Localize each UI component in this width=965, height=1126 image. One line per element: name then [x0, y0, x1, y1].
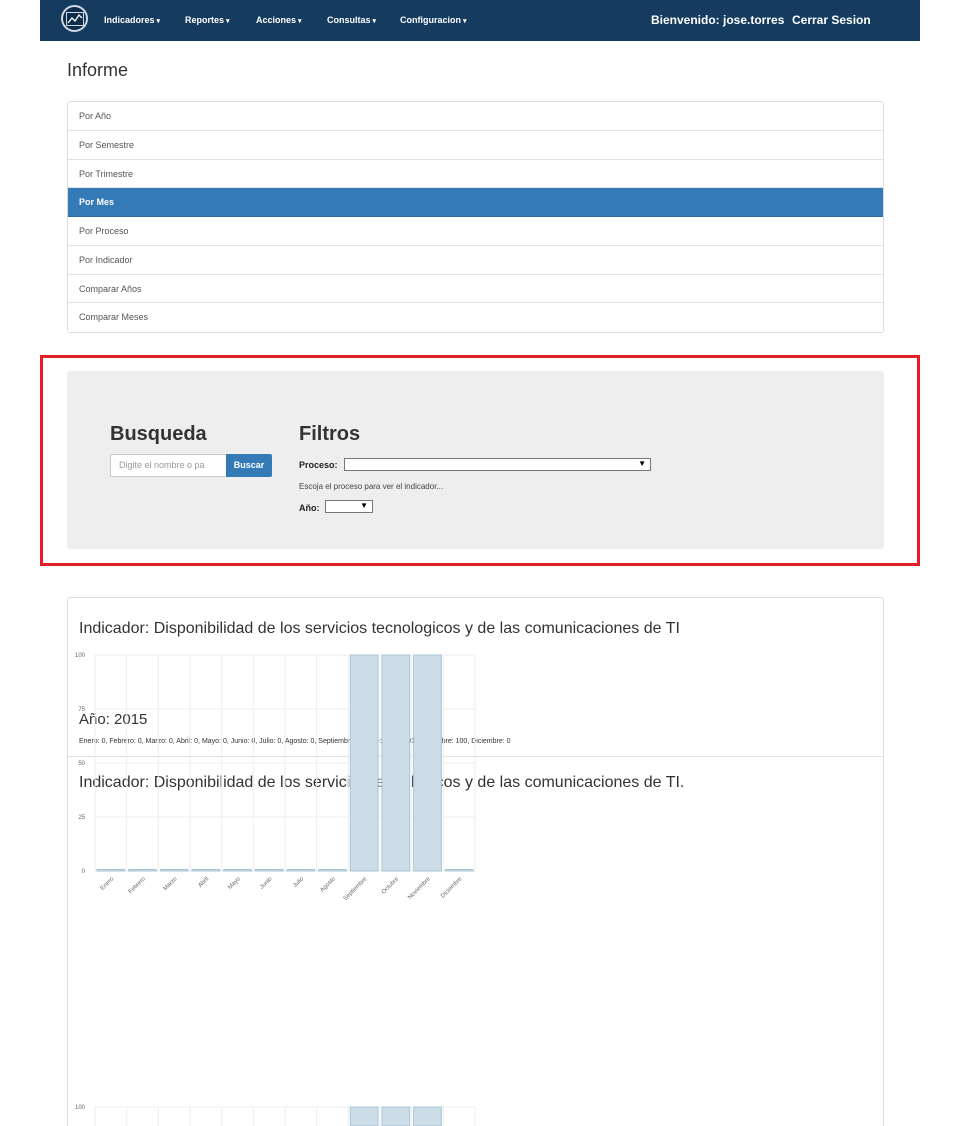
process-label: Proceso:: [299, 460, 338, 470]
search-input[interactable]: Digite el nombre o pa: [110, 454, 226, 477]
x-tick-label: Marzo: [163, 876, 179, 892]
y-tick-label: 100: [75, 653, 86, 659]
bar-abril: [191, 869, 221, 872]
bar-noviembre: [413, 654, 442, 872]
bar-marzo: [159, 869, 189, 872]
menu-consultas[interactable]: Consultas ▾: [327, 15, 376, 25]
year-select[interactable]: ▼: [325, 500, 373, 513]
search-filter-panel: Busqueda Digite el nombre o pa Buscar Fi…: [67, 371, 884, 549]
y-tick-label: 75: [78, 707, 85, 713]
caret-down-icon: ▾: [156, 18, 161, 25]
search-heading: Busqueda: [110, 423, 207, 445]
x-tick-label: Mayo: [227, 876, 242, 891]
process-hint-text: Escoja el proceso para ver el indicador.…: [299, 482, 444, 491]
welcome-user-text: Bienvenido: jose.torres: [651, 13, 785, 27]
bar-mayo: [223, 869, 252, 872]
year-label: Año:: [299, 503, 320, 513]
bar-diciembre: [444, 869, 474, 872]
top-navbar: Indicadores ▾ Reportes ▾ Acciones ▾ Consult…: [40, 0, 920, 41]
bar-febrero: [128, 869, 157, 872]
page-title: Informe: [67, 60, 129, 80]
bar-octubre: [381, 654, 411, 872]
filters-heading: Filtros: [299, 423, 361, 445]
caret-down-icon: ▾: [226, 18, 230, 25]
report-type-item[interactable]: Por Trimestre: [68, 159, 883, 189]
bar-enero: [96, 869, 126, 872]
menu-acciones[interactable]: Acciones ▾: [256, 15, 302, 25]
x-tick-label: Octubre: [381, 876, 401, 896]
x-tick-label: Junio: [259, 876, 274, 891]
bar-noviembre: [413, 1106, 442, 1126]
indicator-title: Indicador: Disponibilidad de los servici…: [79, 620, 680, 637]
x-tick-label: Febrero: [128, 876, 148, 896]
y-tick-label: 25: [78, 815, 85, 821]
menu-indicadores[interactable]: Indicadores ▾: [104, 15, 160, 25]
logout-link[interactable]: Cerrar Sesion: [792, 13, 871, 27]
bar-julio: [286, 869, 316, 872]
menu-reportes[interactable]: Reportes ▾: [185, 15, 230, 25]
search-button[interactable]: Buscar: [226, 454, 272, 477]
dropdown-arrow-icon: ▼: [638, 459, 646, 468]
y-tick-label: 50: [78, 761, 85, 767]
report-type-list: Por Año Por Semestre Por Trimestre Por Mes P…: [67, 101, 884, 333]
process-select[interactable]: ▼: [344, 458, 651, 471]
dropdown-arrow-icon: ▼: [360, 501, 368, 510]
monthly-bar-chart-2: 100: [75, 1105, 476, 1126]
bar-junio: [254, 869, 284, 872]
monthly-bar-chart: 0 25 50 75 100 Enero Febrero Marzo Abril Mayo Juni…: [75, 653, 476, 902]
x-tick-label: Enero: [100, 876, 116, 892]
x-tick-label: Diciembre: [440, 876, 464, 900]
menu-configuracion[interactable]: Configuracion ▾: [400, 15, 467, 25]
caret-down-icon: ▾: [298, 18, 302, 25]
bar-septiembre: [349, 1106, 379, 1126]
caret-down-icon: ▾: [463, 18, 467, 25]
report-type-item[interactable]: Por Mes: [68, 188, 883, 217]
x-tick-label: Abril: [198, 876, 211, 889]
x-tick-label: Julio: [292, 876, 305, 889]
app-logo-chart-icon[interactable]: [61, 5, 88, 32]
y-tick-label: 100: [75, 1105, 86, 1111]
bar-septiembre: [349, 654, 379, 872]
report-type-item[interactable]: Comparar Meses: [68, 303, 883, 332]
y-tick-label: 0: [82, 869, 86, 875]
report-type-item[interactable]: Comparar Años: [68, 274, 883, 304]
report-type-item[interactable]: Por Indicador: [68, 245, 883, 275]
bar-octubre: [381, 1106, 411, 1126]
bar-agosto: [318, 869, 347, 872]
report-type-item[interactable]: Por Semestre: [68, 130, 883, 160]
x-tick-label: Noviembre: [407, 876, 432, 901]
caret-down-icon: ▾: [372, 18, 377, 25]
report-type-item[interactable]: Por Año: [68, 102, 883, 131]
x-tick-label: Agosto: [319, 876, 337, 894]
x-tick-label: Septiembre: [343, 876, 369, 902]
report-type-item[interactable]: Por Proceso: [68, 217, 883, 246]
